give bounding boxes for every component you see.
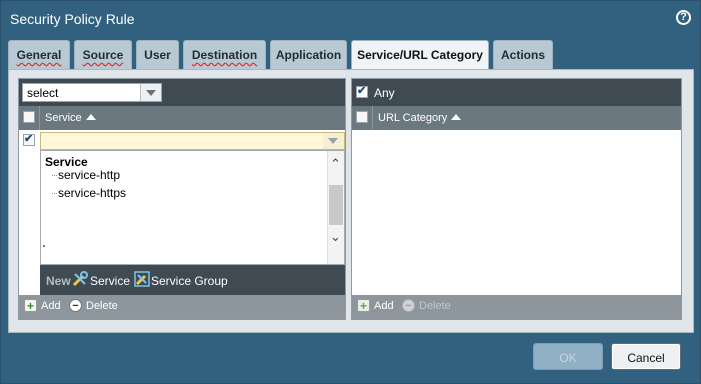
cancel-button[interactable]: Cancel bbox=[611, 343, 681, 370]
add-icon[interactable]: + bbox=[24, 299, 37, 312]
delete-icon: − bbox=[402, 299, 415, 312]
service-group-icon bbox=[134, 271, 150, 287]
new-service-group-button[interactable]: Service Group bbox=[151, 274, 228, 288]
tab-destination[interactable]: Destination bbox=[183, 40, 266, 69]
select-all-checkbox[interactable] bbox=[356, 111, 368, 123]
chevron-down-icon[interactable] bbox=[140, 84, 161, 101]
service-select[interactable]: select bbox=[22, 83, 162, 102]
tab-label: General bbox=[16, 48, 62, 62]
chevron-up-icon[interactable]: ⌃ bbox=[330, 156, 341, 172]
service-icon bbox=[72, 271, 88, 287]
tab-label: Source bbox=[82, 48, 124, 62]
dropdown-option[interactable]: service-http bbox=[51, 168, 120, 182]
delete-button: Delete bbox=[419, 300, 451, 312]
new-service-button[interactable]: Service bbox=[90, 274, 130, 288]
add-button[interactable]: Add bbox=[41, 300, 61, 312]
chevron-down-icon[interactable] bbox=[323, 133, 344, 149]
security-policy-rule-dialog: Security Policy Rule ? General Source Us… bbox=[0, 0, 701, 384]
tree-connector bbox=[43, 245, 45, 247]
add-button[interactable]: Add bbox=[374, 300, 394, 312]
column-divider bbox=[39, 106, 40, 130]
tab-label: Service/URL Category bbox=[357, 48, 483, 62]
any-checkbox[interactable] bbox=[356, 84, 368, 98]
tab-application[interactable]: Application bbox=[270, 40, 347, 69]
url-category-header-label[interactable]: URL Category bbox=[378, 112, 462, 124]
chevron-down-icon[interactable]: ⌄ bbox=[330, 229, 341, 245]
any-label: Any bbox=[374, 86, 395, 100]
delete-button[interactable]: Delete bbox=[86, 300, 118, 312]
sort-asc-icon bbox=[451, 114, 462, 120]
dropdown-option[interactable]: service-https bbox=[51, 186, 126, 200]
service-select-value: select bbox=[27, 86, 59, 100]
tab-label: Actions bbox=[500, 48, 545, 62]
url-any-bar: Any bbox=[352, 79, 681, 106]
tab-label: User bbox=[144, 48, 171, 62]
service-footer: + Add − Delete bbox=[19, 295, 345, 319]
tab-user[interactable]: User bbox=[136, 40, 179, 69]
delete-icon[interactable]: − bbox=[69, 299, 82, 312]
tab-service-url-category[interactable]: Service/URL Category bbox=[351, 40, 489, 71]
row-checkbox[interactable] bbox=[23, 132, 35, 146]
tab-label: Application bbox=[275, 48, 342, 62]
url-column-header: URL Category bbox=[352, 106, 681, 130]
service-select-bar: select bbox=[19, 79, 345, 106]
dropdown-scrollbar[interactable]: ⌃ ⌄ bbox=[327, 151, 344, 264]
scrollbar-thumb[interactable] bbox=[329, 185, 343, 225]
table-row bbox=[19, 130, 345, 150]
service-panel: select Service Service service-http serv… bbox=[18, 78, 346, 320]
dropdown-group-label: Service bbox=[45, 155, 88, 169]
service-dropdown-list: Service service-http service-https ⌃ ⌄ bbox=[40, 150, 345, 265]
service-column-header: Service bbox=[19, 106, 345, 130]
tab-label: Destination bbox=[191, 48, 258, 62]
service-entry-input[interactable] bbox=[40, 132, 345, 150]
help-icon[interactable]: ? bbox=[676, 10, 691, 25]
tab-actions[interactable]: Actions bbox=[493, 40, 553, 69]
new-object-bar: New Service Service Group bbox=[40, 265, 345, 295]
add-icon[interactable]: + bbox=[357, 299, 370, 312]
tab-content: select Service Service service-http serv… bbox=[8, 69, 694, 333]
url-category-panel: Any URL Category + Add − Delete bbox=[351, 78, 682, 320]
tab-general[interactable]: General bbox=[8, 40, 70, 69]
sort-asc-icon bbox=[85, 114, 96, 120]
ok-button[interactable]: OK bbox=[533, 343, 603, 370]
url-footer: + Add − Delete bbox=[352, 295, 681, 319]
dialog-title: Security Policy Rule bbox=[10, 11, 135, 27]
new-label: New bbox=[46, 274, 71, 288]
service-header-label[interactable]: Service bbox=[45, 112, 96, 124]
tab-source[interactable]: Source bbox=[74, 40, 132, 69]
select-all-checkbox[interactable] bbox=[23, 111, 35, 123]
column-divider bbox=[372, 106, 373, 130]
